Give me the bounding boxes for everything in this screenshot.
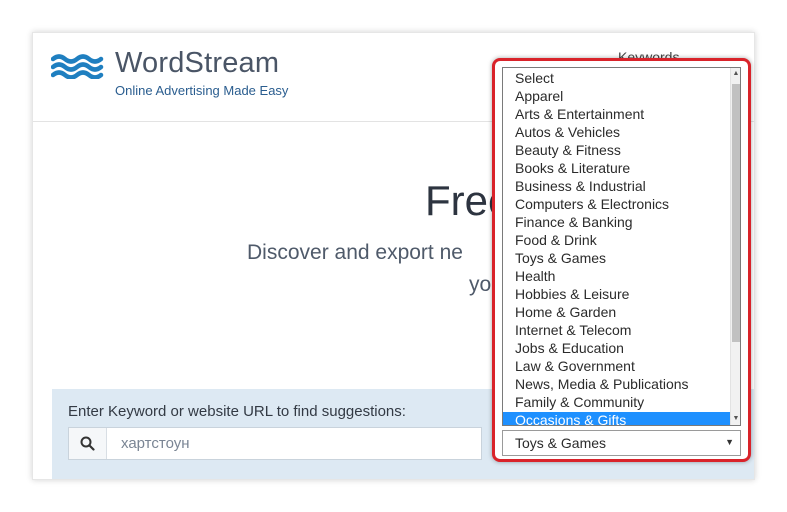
- option-jobs-education[interactable]: Jobs & Education: [503, 340, 732, 358]
- option-internet-telecom[interactable]: Internet & Telecom: [503, 322, 732, 340]
- page-subtitle-line2: yo: [469, 273, 492, 296]
- option-health[interactable]: Health: [503, 268, 732, 286]
- option-family-community[interactable]: Family & Community: [503, 394, 732, 412]
- option-autos-vehicles[interactable]: Autos & Vehicles: [503, 124, 732, 142]
- search-input[interactable]: [107, 428, 481, 459]
- option-food-drink[interactable]: Food & Drink: [503, 232, 732, 250]
- option-home-garden[interactable]: Home & Garden: [503, 304, 732, 322]
- scroll-up-arrow-icon[interactable]: ▲: [731, 68, 740, 80]
- option-beauty-fitness[interactable]: Beauty & Fitness: [503, 142, 732, 160]
- industry-select[interactable]: Toys & Games ▼: [502, 430, 741, 456]
- option-business-industrial[interactable]: Business & Industrial: [503, 178, 732, 196]
- industry-options-list[interactable]: Select Apparel Arts & Entertainment Auto…: [502, 67, 741, 426]
- search-box[interactable]: [68, 427, 482, 460]
- option-law-government[interactable]: Law & Government: [503, 358, 732, 376]
- scroll-down-arrow-icon[interactable]: ▼: [731, 413, 740, 425]
- option-arts-entertainment[interactable]: Arts & Entertainment: [503, 106, 732, 124]
- option-select[interactable]: Select: [503, 70, 732, 88]
- scroll-thumb[interactable]: [732, 84, 740, 342]
- option-finance-banking[interactable]: Finance & Banking: [503, 214, 732, 232]
- option-news-media-publications[interactable]: News, Media & Publications: [503, 376, 732, 394]
- industry-select-value: Toys & Games: [515, 435, 607, 451]
- brand-tagline: Online Advertising Made Easy: [115, 83, 289, 98]
- wordstream-logo-icon[interactable]: [51, 53, 105, 79]
- option-toys-games[interactable]: Toys & Games: [503, 250, 732, 268]
- option-books-literature[interactable]: Books & Literature: [503, 160, 732, 178]
- page-subtitle: Discover and export ne: [247, 241, 463, 264]
- industry-dropdown-highlight: Select Apparel Arts & Entertainment Auto…: [492, 58, 751, 462]
- brand-name[interactable]: WordStream: [115, 47, 279, 80]
- option-computers-electronics[interactable]: Computers & Electronics: [503, 196, 732, 214]
- chevron-down-icon[interactable]: ▼: [725, 437, 734, 447]
- options-scrollbar[interactable]: ▲ ▼: [730, 68, 740, 425]
- option-apparel[interactable]: Apparel: [503, 88, 732, 106]
- search-icon[interactable]: [69, 428, 107, 459]
- option-occasions-gifts[interactable]: Occasions & Gifts: [503, 412, 732, 425]
- search-label: Enter Keyword or website URL to find sug…: [68, 403, 406, 420]
- option-hobbies-leisure[interactable]: Hobbies & Leisure: [503, 286, 732, 304]
